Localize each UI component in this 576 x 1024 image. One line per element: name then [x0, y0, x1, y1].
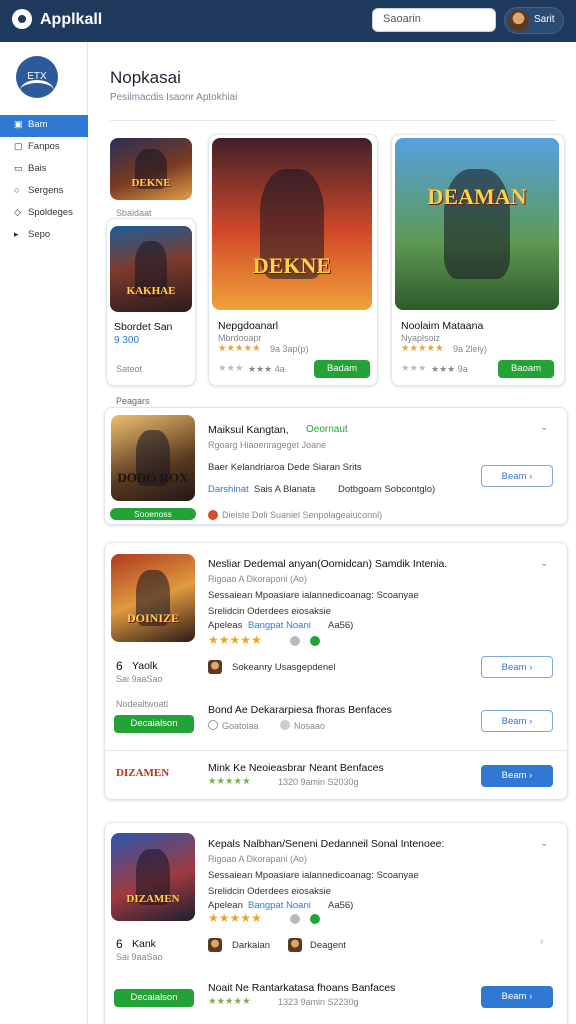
featured-card-name: Nepgdoanarl — [218, 320, 279, 332]
user-icon: ○ — [14, 185, 20, 195]
rating-stars: ★★★ — [401, 363, 427, 374]
sidebar-item-spoldeges[interactable]: ◇ Spoldeges — [0, 203, 88, 225]
game-thumbnail[interactable]: DOINIZE — [111, 554, 195, 642]
featured-card-name: Noolaim Mataana — [401, 320, 484, 332]
rating-stars: ★★★★★ — [218, 343, 261, 354]
avatar — [208, 938, 222, 952]
list-item-title: Nesliar Dedemal anyan(Oomidcan) Samdik I… — [208, 558, 448, 570]
sidebar-logo[interactable]: ETX — [16, 56, 58, 98]
game-logo: DIZAMEN — [116, 767, 170, 779]
chevron-down-icon[interactable]: ⌄ — [540, 422, 548, 433]
page-title: Nopkasai — [110, 68, 181, 87]
featured-card-meta: Mbrdooapr — [218, 333, 262, 343]
list-item-title: Maiksul Kangtan, — [208, 424, 289, 436]
grid-icon: ▢ — [14, 141, 23, 151]
avatar — [288, 938, 302, 952]
game-thumbnail[interactable]: DEAMAN — [395, 138, 559, 310]
section-label: Peagars — [116, 396, 150, 406]
bell-icon: ◇ — [14, 207, 21, 217]
divider — [104, 750, 568, 751]
sidebar-item-fanpos[interactable]: ▢ Fanpos — [0, 137, 88, 159]
brand-name: Applkall — [40, 11, 103, 28]
game-thumbnail[interactable]: KAKHAE — [110, 226, 192, 312]
home-icon: ▣ — [14, 119, 23, 129]
rating-stars: ★★★★★ — [208, 911, 262, 925]
game-thumbnail[interactable]: DODO ROX — [111, 415, 195, 501]
user-menu[interactable]: Sarit — [504, 7, 564, 34]
app-logo-icon[interactable] — [12, 9, 32, 29]
sidebar-item-sergens[interactable]: ○ Sergens — [0, 181, 88, 203]
game-thumbnail[interactable]: DIZAMEN — [111, 833, 195, 921]
install-button[interactable]: Badam — [314, 360, 370, 378]
install-button[interactable]: Baoam — [498, 360, 554, 378]
view-button[interactable]: Beam › — [481, 765, 553, 787]
chevron-down-icon[interactable]: ⌄ — [540, 838, 548, 849]
view-button[interactable]: Beam › — [481, 656, 553, 678]
list-item-title: Kepals Nalbhan/Seneni Dedanneil Sonal In… — [208, 838, 445, 850]
featured-small-price: 9 300 — [114, 335, 140, 346]
divider — [110, 120, 556, 121]
rating-stars: ★★★★★ — [208, 633, 262, 647]
avatar — [208, 660, 222, 674]
featured-card-ratings: 9a 2leiy) — [453, 344, 488, 354]
install-button[interactable]: Decaialson — [114, 715, 194, 733]
featured-small-name: Sbordet San — [114, 321, 173, 333]
rating-stars: ★★★ — [218, 363, 244, 374]
sidebar-item-home[interactable]: ▣ Bam — [0, 115, 88, 137]
alert-icon — [208, 510, 218, 520]
game-thumbnail[interactable]: DEKNE — [212, 138, 372, 310]
chevron-right-icon[interactable]: › — [540, 936, 543, 947]
page-subtitle: Pesilmacdis Isaonr Aptokhiai — [110, 92, 238, 103]
featured-small-rating: Sateot — [116, 364, 143, 374]
game-thumbnail[interactable]: DEKNE — [110, 138, 192, 200]
rating-stars: ★★★★★ — [401, 343, 444, 354]
featured-card-meta: Nyaplsoiz — [401, 333, 441, 343]
view-button[interactable]: Beam › — [481, 986, 553, 1008]
list-icon: ▭ — [14, 163, 23, 173]
settings-icon: ▸ — [14, 229, 19, 239]
section-small-label: Sbaldaat — [116, 208, 152, 218]
featured-card-ratings: 9a 3ap(p) — [270, 344, 309, 354]
status-badge: Sooenoss — [110, 508, 196, 520]
top-bar: Applkall Saoarin Sarit — [0, 0, 576, 42]
chevron-down-icon[interactable]: ⌄ — [540, 558, 548, 569]
sidebar-item-sepo[interactable]: ▸ Sepo — [0, 225, 88, 247]
view-button[interactable]: Beam › — [481, 465, 553, 487]
avatar — [508, 10, 529, 31]
search-input[interactable]: Saoarin — [372, 8, 496, 32]
view-button[interactable]: Beam › — [481, 710, 553, 732]
main-content: Nopkasai Pesilmacdis Isaonr Aptokhiai DE… — [88, 42, 576, 1024]
user-label: Sarit — [534, 14, 555, 25]
sidebar: ETX ▣ Bam ▢ Fanpos ▭ Bais ○ Sergens ◇ Spoldeg… — [0, 42, 88, 1024]
sidebar-item-bais[interactable]: ▭ Bais — [0, 159, 88, 181]
install-button[interactable]: Decaialson — [114, 989, 194, 1007]
